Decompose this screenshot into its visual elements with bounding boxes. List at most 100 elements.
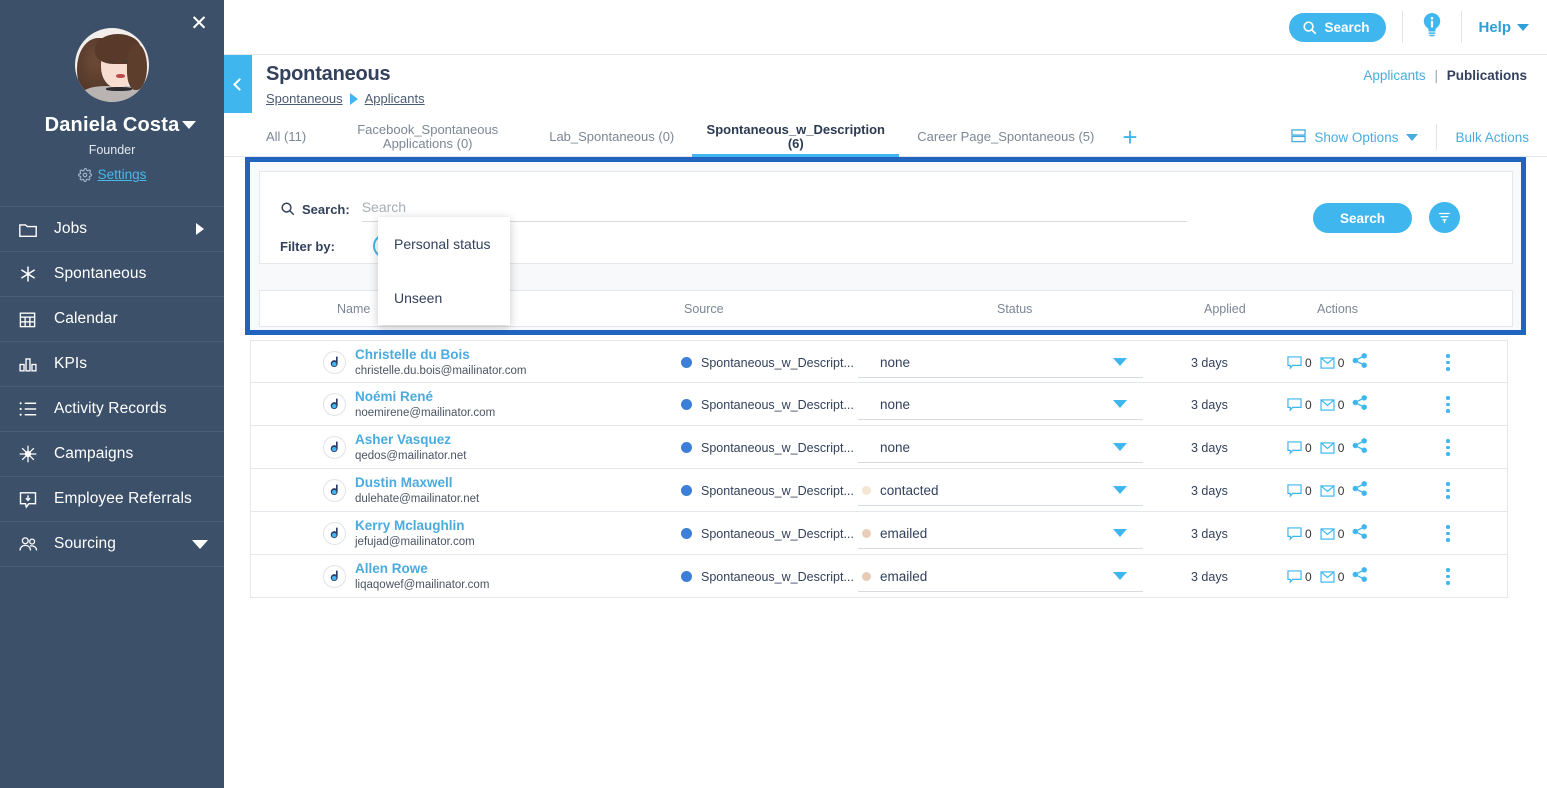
more-options-icon[interactable]	[1439, 352, 1457, 374]
share-icon[interactable]	[1352, 437, 1368, 458]
emails-action[interactable]: 0	[1320, 398, 1344, 412]
filter-by-dropdown-menu: Personal status Unseen	[378, 217, 510, 325]
comments-action[interactable]: 0	[1287, 356, 1312, 370]
avatar	[75, 28, 149, 102]
settings-row[interactable]: Settings	[0, 167, 224, 182]
status-dropdown[interactable]: none	[858, 348, 1143, 378]
search-icon	[280, 201, 295, 219]
filter-funnel-icon[interactable]	[1429, 202, 1460, 233]
emails-action[interactable]: 0	[1320, 527, 1344, 541]
status-dropdown[interactable]: contacted	[858, 476, 1143, 506]
tab-spontaneous-w-description[interactable]: Spontaneous_w_Description (6)	[688, 117, 903, 157]
comments-action[interactable]: 0	[1287, 441, 1312, 455]
search-button[interactable]: Search	[1312, 203, 1412, 233]
tab-career-page-spontaneous[interactable]: Career Page_Spontaneous (5)	[903, 117, 1108, 157]
table-row[interactable]: Allen Rowe liqaqowef@mailinator.com Spon…	[250, 555, 1508, 598]
row-name-cell: Christelle du Bois christelle.du.bois@ma…	[355, 341, 526, 384]
show-options-button[interactable]: Show Options	[1273, 124, 1438, 150]
status-dropdown[interactable]: none	[858, 433, 1143, 463]
global-search-button[interactable]: Search	[1289, 12, 1387, 42]
help-menu[interactable]: Help	[1478, 19, 1529, 36]
sidebar-item-label: Calendar	[54, 310, 118, 327]
source-dot-icon	[681, 399, 692, 410]
table-row[interactable]: Dustin Maxwell dulehate@mailinator.net S…	[250, 469, 1508, 512]
applicant-name-link[interactable]: Allen Rowe	[355, 561, 428, 576]
sidebar-item-calendar[interactable]: Calendar	[0, 297, 224, 342]
sidebar-item-kpis[interactable]: KPIs	[0, 342, 224, 387]
applicant-name-link[interactable]: Asher Vasquez	[355, 432, 451, 447]
share-icon[interactable]	[1352, 523, 1368, 544]
breadcrumb-item-spontaneous[interactable]: Spontaneous	[266, 91, 343, 106]
tab-all[interactable]: All (11)	[252, 117, 320, 157]
applicant-email: jefujad@mailinator.com	[355, 536, 475, 548]
row-actions-cell: 0 0	[1287, 383, 1368, 426]
dropdown-option-unseen[interactable]: Unseen	[378, 271, 510, 325]
tab-lab-spontaneous[interactable]: Lab_Spontaneous (0)	[535, 117, 688, 157]
emails-action[interactable]: 0	[1320, 570, 1344, 584]
close-icon[interactable]: ✕	[188, 13, 210, 36]
status-dropdown[interactable]: emailed	[858, 562, 1143, 592]
status-dot-icon	[862, 400, 871, 409]
bulk-actions-button[interactable]: Bulk Actions	[1437, 130, 1547, 145]
row-applied-cell: 3 days	[1191, 512, 1228, 555]
chevron-down-icon	[192, 539, 208, 549]
row-name-cell: Asher Vasquez qedos@mailinator.net	[355, 426, 466, 469]
emails-action[interactable]: 0	[1320, 484, 1344, 498]
source-dot-icon	[681, 442, 692, 453]
table-row[interactable]: Christelle du Bois christelle.du.bois@ma…	[250, 340, 1508, 383]
sidebar-item-sourcing[interactable]: Sourcing	[0, 522, 224, 567]
share-icon[interactable]	[1352, 352, 1368, 373]
tabs-right-actions: Show Options Bulk Actions	[1273, 117, 1547, 157]
row-name-cell: Allen Rowe liqaqowef@mailinator.com	[355, 555, 489, 598]
status-value: emailed	[880, 525, 928, 541]
status-value: none	[880, 354, 911, 370]
sidebar-item-campaigns[interactable]: Campaigns	[0, 432, 224, 477]
more-options-icon[interactable]	[1439, 394, 1457, 416]
sidebar-item-jobs[interactable]: Jobs	[0, 207, 224, 252]
comments-action[interactable]: 0	[1287, 527, 1312, 541]
more-options-icon[interactable]	[1439, 566, 1457, 588]
sidebar-collapse-button[interactable]	[224, 55, 252, 113]
sidebar-item-activity-records[interactable]: Activity Records	[0, 387, 224, 432]
breadcrumb-item-applicants[interactable]: Applicants	[365, 91, 425, 106]
emails-action[interactable]: 0	[1320, 356, 1344, 370]
table-row[interactable]: Asher Vasquez qedos@mailinator.net Spont…	[250, 426, 1508, 469]
sidebar: ✕ Daniela Costa Founder Settings Jobs Sp…	[0, 0, 224, 788]
table-row[interactable]: Kerry Mclaughlin jefujad@mailinator.com …	[250, 512, 1508, 555]
user-name-text: Daniela Costa	[44, 114, 180, 136]
comments-action[interactable]: 0	[1287, 484, 1312, 498]
list-icon	[18, 400, 44, 418]
row-status-cell: none	[858, 426, 1151, 469]
applicant-name-link[interactable]: Christelle du Bois	[355, 347, 470, 362]
settings-link[interactable]: Settings	[98, 167, 147, 182]
tab-facebook-spontaneous-applications[interactable]: Facebook_Spontaneous Applications (0)	[320, 117, 535, 157]
dropdown-option-personal-status[interactable]: Personal status	[378, 217, 510, 271]
more-options-icon[interactable]	[1439, 480, 1457, 502]
status-dropdown[interactable]: emailed	[858, 519, 1143, 549]
view-link-publications[interactable]: Publications	[1447, 68, 1527, 83]
more-options-icon[interactable]	[1439, 523, 1457, 545]
column-header-source: Source	[684, 302, 724, 316]
view-link-applicants[interactable]: Applicants	[1363, 68, 1425, 83]
row-applied-cell: 3 days	[1191, 426, 1228, 469]
comments-action[interactable]: 0	[1287, 398, 1312, 412]
sidebar-item-spontaneous[interactable]: Spontaneous	[0, 252, 224, 297]
share-icon[interactable]	[1352, 566, 1368, 587]
sidebar-item-employee-referrals[interactable]: Employee Referrals	[0, 477, 224, 522]
share-icon[interactable]	[1352, 480, 1368, 501]
share-icon[interactable]	[1352, 394, 1368, 415]
add-tab-button[interactable]: +	[1108, 124, 1151, 150]
table-row[interactable]: Noémi René noemirene@mailinator.com Spon…	[250, 383, 1508, 426]
chevron-down-icon[interactable]	[182, 121, 196, 129]
applicant-name-link[interactable]: Dustin Maxwell	[355, 475, 453, 490]
source-label: Spontaneous_w_Descript...	[701, 569, 854, 584]
row-actions-cell: 0 0	[1287, 341, 1368, 384]
applicant-name-link[interactable]: Noémi René	[355, 389, 433, 404]
source-label: Spontaneous_w_Descript...	[701, 526, 854, 541]
lightbulb-info-icon[interactable]	[1419, 11, 1445, 44]
emails-action[interactable]: 0	[1320, 441, 1344, 455]
more-options-icon[interactable]	[1439, 437, 1457, 459]
applicant-name-link[interactable]: Kerry Mclaughlin	[355, 518, 465, 533]
status-dropdown[interactable]: none	[858, 390, 1143, 420]
comments-action[interactable]: 0	[1287, 570, 1312, 584]
